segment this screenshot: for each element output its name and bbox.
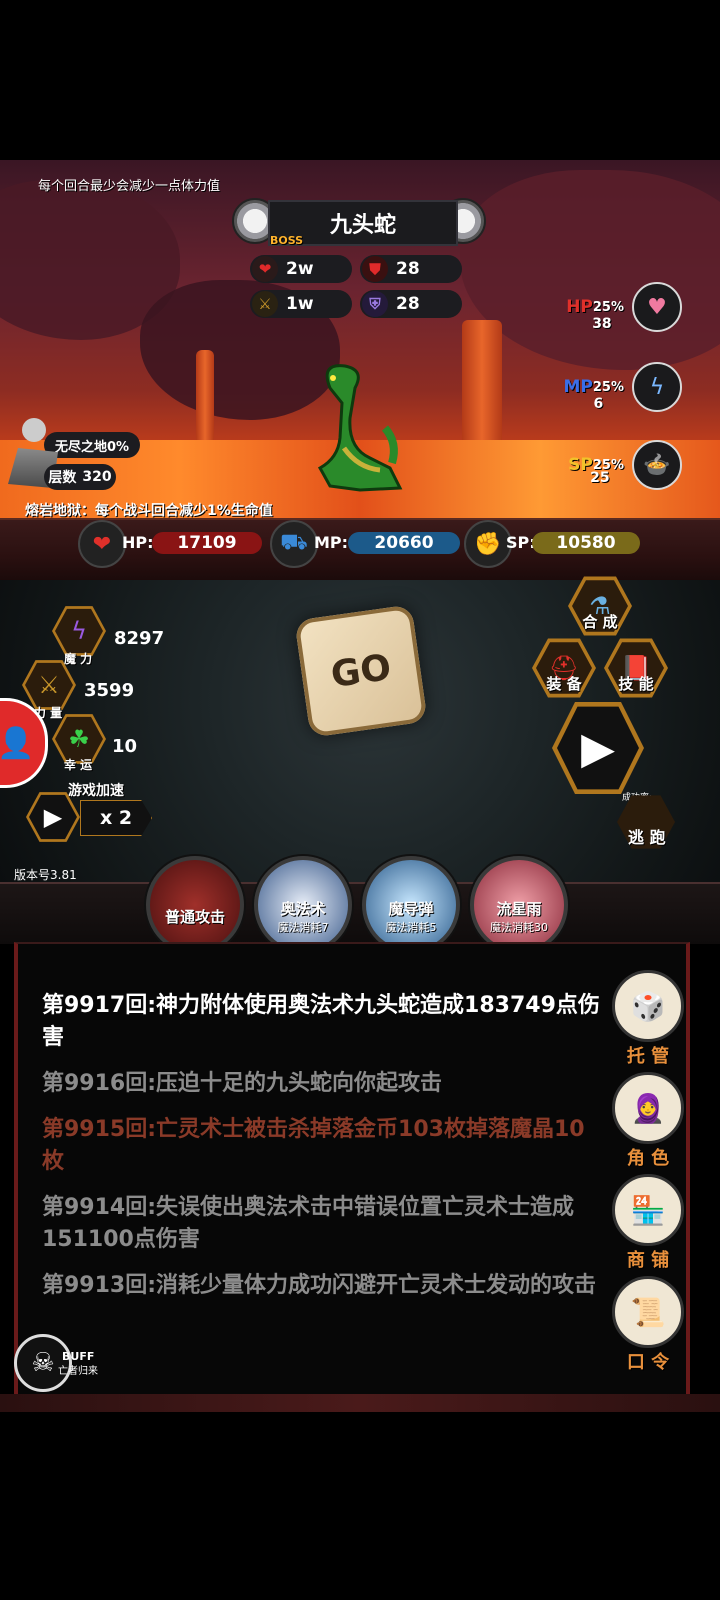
shield-icon: ⛊ xyxy=(362,256,388,282)
log-frame-bottom xyxy=(0,1394,720,1412)
scroll-icon: 📜 xyxy=(612,1276,684,1348)
boss-hp-stat: ❤ 2w xyxy=(250,255,352,283)
skull-icon: ☠ xyxy=(31,1348,55,1378)
zone-name: 无尽之地0% xyxy=(44,432,140,458)
character-button[interactable]: 🧕 角 色 xyxy=(612,1072,684,1170)
play-icon: ▶ xyxy=(29,794,77,840)
sp-food[interactable]: SP 25% 🍲 25 xyxy=(568,440,682,490)
mana-icon: ⛟ xyxy=(270,520,318,568)
play-icon: ▶ xyxy=(557,706,639,790)
magic-shield-icon: ⛨ xyxy=(362,291,388,317)
version-label: 版本号3.81 xyxy=(14,868,77,882)
mana-potion-icon: ϟ xyxy=(632,362,682,412)
skill-arcane[interactable]: 奥法术 魔法消耗7 xyxy=(254,856,352,954)
lightning-icon: ϟ xyxy=(55,608,103,654)
skill-magic-missile[interactable]: 魔导弹 魔法消耗5 xyxy=(362,856,460,954)
dice-go-button[interactable]: GO xyxy=(294,604,428,738)
sword-icon: ⚔ xyxy=(252,291,278,317)
boss-defense-stat: ⛊ 28 xyxy=(360,255,462,283)
floor-count: 层数 320 xyxy=(44,464,116,490)
player-mp-value: 20660 xyxy=(348,532,460,554)
dice-icon: 🎲 xyxy=(612,970,684,1042)
mp-potion[interactable]: MP 25% ϟ 6 xyxy=(563,362,682,412)
shop-icon: 🏪 xyxy=(612,1174,684,1246)
log-entry: 第9915回:亡灵术士被击杀掉落金币103枚掉落魔晶10枚 xyxy=(42,1117,585,1174)
auto-button[interactable]: 🎲 托 管 xyxy=(612,970,684,1068)
heart-icon: ❤ xyxy=(78,520,126,568)
hydra-boss-sprite xyxy=(317,364,403,492)
code-button[interactable]: 📜 口 令 xyxy=(612,1276,684,1374)
heart-potion-icon: ♥ xyxy=(632,282,682,332)
log-entry: 第9916回:压迫十足的九头蛇向你起攻击 xyxy=(42,1071,443,1096)
boss-attack-stat: ⚔ 1w xyxy=(250,290,352,318)
player-hp-value: 17109 xyxy=(152,532,262,554)
log-list: 第9917回:神力附体使用奥法术九头蛇造成183749点伤害 第9916回:压迫… xyxy=(42,990,602,1344)
log-entry: 第9913回:消耗少量体力成功闪避开亡灵术士发动的攻击 xyxy=(42,1273,597,1298)
sword-icon: ⚔ xyxy=(25,662,73,708)
strength-icon: ✊ xyxy=(464,520,512,568)
small-skull-icon xyxy=(22,418,46,442)
hooded-figure-icon: 🧕 xyxy=(612,1072,684,1144)
zone-effect-hint: 熔岩地狱：每个战斗回合减少1%生命值 xyxy=(25,503,273,519)
battle-log[interactable]: 第9917回:神力附体使用奥法术九头蛇造成183749点伤害 第9916回:压迫… xyxy=(14,942,690,1398)
speed-label: 游戏加速 xyxy=(68,783,124,799)
food-icon: 🍲 xyxy=(632,440,682,490)
log-entry: 第9917回:神力附体使用奥法术九头蛇造成183749点伤害 xyxy=(42,993,600,1050)
speed-value[interactable]: x 2 xyxy=(80,800,152,836)
hp-potion[interactable]: HP 25% ♥ 38 xyxy=(566,282,682,332)
skill-normal-attack[interactable]: 普通攻击 xyxy=(146,856,244,954)
log-frame-top xyxy=(0,882,720,944)
shop-button[interactable]: 🏪 商 铺 xyxy=(612,1174,684,1272)
skill-meteor[interactable]: 流星雨 魔法消耗30 xyxy=(470,856,568,954)
round-hint: 每个回合最少会减少一点体力值 xyxy=(38,179,221,194)
log-entry: 第9914回:失误使出奥法术击中错误位置亡灵术士造成151100点伤害 xyxy=(42,1195,575,1252)
boss-magic-def-stat: ⛨ 28 xyxy=(360,290,462,318)
heart-icon: ❤ xyxy=(252,256,278,282)
boss-tag: BOSS xyxy=(270,234,304,247)
player-sp-value: 10580 xyxy=(532,532,640,554)
user-icon: 👤 xyxy=(0,725,35,761)
